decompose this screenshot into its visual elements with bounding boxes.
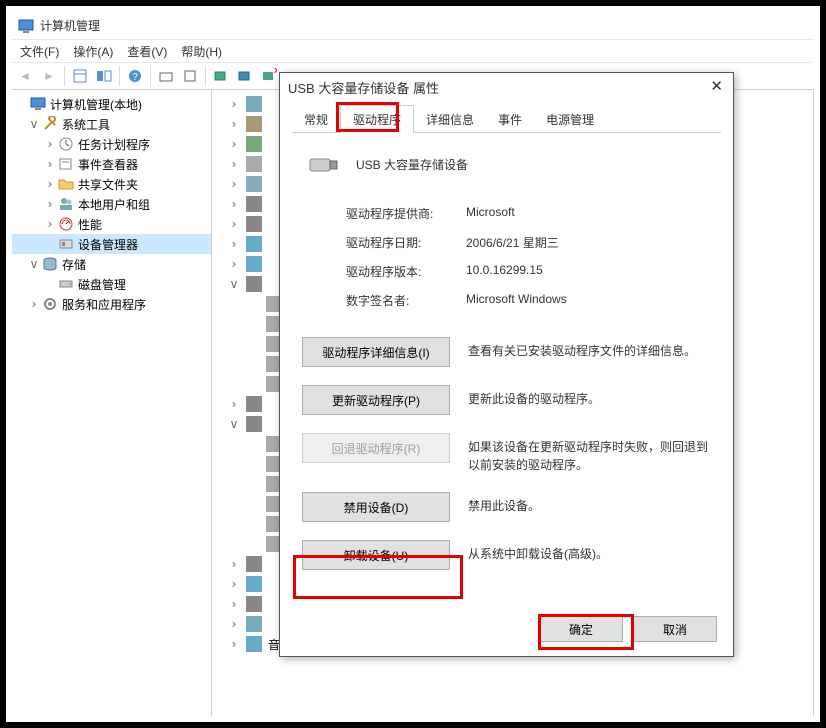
device-cat-icon <box>246 416 262 432</box>
back-icon: ◄ <box>14 65 36 87</box>
device-cat-icon <box>246 156 262 172</box>
tab-events[interactable]: 事件 <box>486 106 534 132</box>
dialog-title: USB 大容量存储设备 属性 <box>288 78 439 97</box>
toolbar-btn[interactable] <box>234 65 256 87</box>
tree-shared-folders[interactable]: ›共享文件夹 <box>12 174 211 194</box>
clock-icon <box>58 136 74 152</box>
computer-icon <box>30 96 46 112</box>
tree-event-viewer[interactable]: ›事件查看器 <box>12 154 211 174</box>
properties-dialog: USB 大容量存储设备 属性 ✕ 常规 驱动程序 详细信息 事件 电源管理 US… <box>279 72 734 657</box>
toolbar-btn[interactable] <box>69 65 91 87</box>
dialog-titlebar: USB 大容量存储设备 属性 ✕ <box>280 73 733 101</box>
label-signer: 数字签名者: <box>346 292 466 309</box>
svg-text:?: ? <box>132 72 138 83</box>
label-date: 驱动程序日期: <box>346 234 466 251</box>
disable-device-desc: 禁用此设备。 <box>468 492 711 515</box>
device-cat-icon <box>246 116 262 132</box>
rollback-driver-button: 回退驱动程序(R) <box>302 433 450 463</box>
help-icon[interactable]: ? <box>124 65 146 87</box>
value-version: 10.0.16299.15 <box>466 263 543 280</box>
device-cat-icon <box>246 176 262 192</box>
device-cat-icon <box>246 556 262 572</box>
menu-view[interactable]: 查看(V) <box>127 43 167 60</box>
uninstall-device-button[interactable]: 卸载设备(U) <box>302 540 450 570</box>
device-cat-icon <box>246 216 262 232</box>
device-cat-icon <box>246 596 262 612</box>
cancel-button[interactable]: 取消 <box>633 616 717 642</box>
device-name: USB 大容量存储设备 <box>356 156 468 173</box>
tab-general[interactable]: 常规 <box>292 106 340 132</box>
menu-help[interactable]: 帮助(H) <box>181 43 222 60</box>
tab-power[interactable]: 电源管理 <box>534 106 606 132</box>
tree-storage[interactable]: v存储 <box>12 254 211 274</box>
usb-storage-icon <box>308 151 340 177</box>
label-version: 驱动程序版本: <box>346 263 466 280</box>
tab-driver[interactable]: 驱动程序 <box>340 105 414 133</box>
device-cat-icon <box>246 96 262 112</box>
audio-cat-icon <box>246 636 262 652</box>
driver-details-button[interactable]: 驱动程序详细信息(I) <box>302 337 450 367</box>
menu-file[interactable]: 文件(F) <box>20 43 59 60</box>
services-icon <box>42 296 58 312</box>
device-cat-icon <box>246 136 262 152</box>
rollback-driver-desc: 如果该设备在更新驱动程序时失败，则回退到以前安装的驱动程序。 <box>468 433 711 474</box>
storage-icon <box>42 256 58 272</box>
device-cat-icon <box>246 396 262 412</box>
value-signer: Microsoft Windows <box>466 292 567 309</box>
label-provider: 驱动程序提供商: <box>346 205 466 222</box>
tree-root[interactable]: 计算机管理(本地) <box>12 94 211 114</box>
value-provider: Microsoft <box>466 205 515 222</box>
folder-share-icon <box>58 176 74 192</box>
window-titlebar: 计算机管理 <box>12 12 814 40</box>
forward-icon: ► <box>38 65 60 87</box>
device-cat-icon <box>246 276 262 292</box>
toolbar-btn[interactable] <box>179 65 201 87</box>
device-mgr-icon <box>58 236 74 252</box>
tree-disk-mgmt[interactable]: 磁盘管理 <box>12 274 211 294</box>
window-title: 计算机管理 <box>40 17 100 34</box>
uninstall-device-desc: 从系统中卸载设备(高级)。 <box>468 540 711 563</box>
svg-text:✕: ✕ <box>273 68 277 77</box>
tree-services-apps[interactable]: ›服务和应用程序 <box>12 294 211 314</box>
device-cat-icon <box>246 576 262 592</box>
computer-mgmt-icon <box>18 18 34 34</box>
toolbar-btn[interactable] <box>93 65 115 87</box>
device-cat-icon <box>246 616 262 632</box>
value-date: 2006/6/21 星期三 <box>466 234 559 251</box>
menu-action[interactable]: 操作(A) <box>73 43 113 60</box>
update-driver-button[interactable]: 更新驱动程序(P) <box>302 385 450 415</box>
tree-task-scheduler[interactable]: ›任务计划程序 <box>12 134 211 154</box>
tree-system-tools[interactable]: v系统工具 <box>12 114 211 134</box>
scan-hw-icon[interactable] <box>210 65 232 87</box>
tree-local-users[interactable]: ›本地用户和组 <box>12 194 211 214</box>
update-driver-desc: 更新此设备的驱动程序。 <box>468 385 711 408</box>
nav-tree: 计算机管理(本地) v系统工具 ›任务计划程序 ›事件查看器 ›共享文件夹 ›本… <box>12 90 212 716</box>
device-cat-icon <box>246 256 262 272</box>
event-icon <box>58 156 74 172</box>
tree-device-manager[interactable]: 设备管理器 <box>12 234 211 254</box>
ok-button[interactable]: 确定 <box>539 616 623 642</box>
menubar: 文件(F) 操作(A) 查看(V) 帮助(H) <box>12 40 814 62</box>
driver-details-desc: 查看有关已安装驱动程序文件的详细信息。 <box>468 337 711 360</box>
device-cat-icon <box>246 236 262 252</box>
tab-details[interactable]: 详细信息 <box>414 106 486 132</box>
toolbar-btn[interactable] <box>155 65 177 87</box>
tree-performance[interactable]: ›性能 <box>12 214 211 234</box>
dialog-tabs: 常规 驱动程序 详细信息 事件 电源管理 <box>292 107 721 133</box>
uninstall-icon[interactable]: ✕ <box>258 65 280 87</box>
close-icon[interactable]: ✕ <box>710 77 723 95</box>
disable-device-button[interactable]: 禁用设备(D) <box>302 492 450 522</box>
wrench-icon <box>42 116 58 132</box>
users-icon <box>58 196 74 212</box>
perf-icon <box>58 216 74 232</box>
disk-icon <box>58 276 74 292</box>
device-cat-icon <box>246 196 262 212</box>
